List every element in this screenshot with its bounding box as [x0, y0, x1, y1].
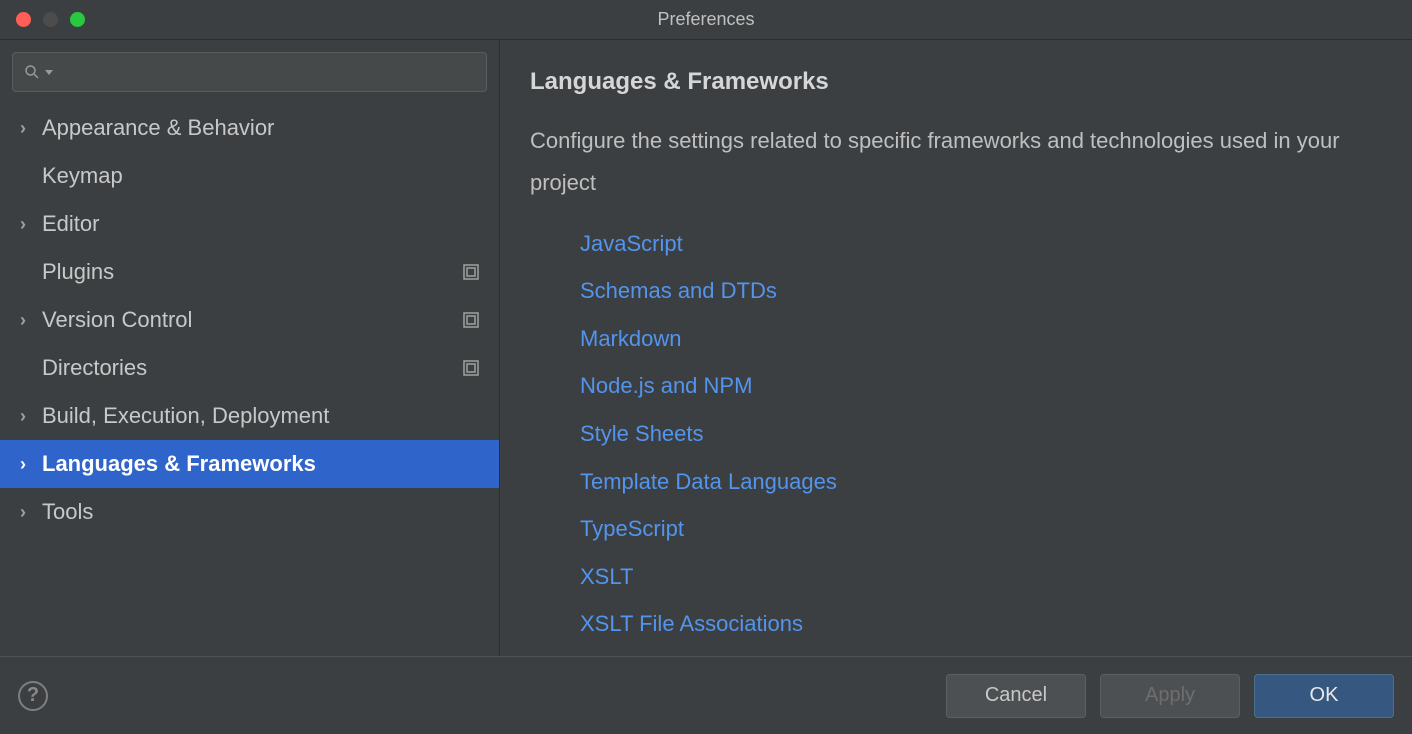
subpage-link-style-sheets[interactable]: Style Sheets — [580, 414, 1382, 454]
tree-item-keymap[interactable]: Keymap — [0, 152, 499, 200]
search-wrap — [0, 40, 499, 104]
tree-item-label: Editor — [42, 211, 479, 237]
tree-item-label: Plugins — [42, 259, 463, 285]
window-title: Preferences — [0, 9, 1412, 30]
page-description: Configure the settings related to specif… — [530, 120, 1382, 204]
subpage-links: JavaScript Schemas and DTDs Markdown Node.j… — [530, 224, 1382, 644]
tree-item-label: Version Control — [42, 307, 463, 333]
tree-item-label: Directories — [42, 355, 463, 381]
tree-item-editor[interactable]: ›Editor — [0, 200, 499, 248]
chevron-right-icon: › — [20, 406, 42, 427]
main-area: ›Appearance & BehaviorKeymap›EditorPlugi… — [0, 40, 1412, 656]
tree-item-appearance-behavior[interactable]: ›Appearance & Behavior — [0, 104, 499, 152]
tree-item-languages-frameworks[interactable]: ›Languages & Frameworks — [0, 440, 499, 488]
tree-item-label: Appearance & Behavior — [42, 115, 479, 141]
tree-item-label: Tools — [42, 499, 479, 525]
close-window-icon[interactable] — [16, 12, 31, 27]
maximize-window-icon[interactable] — [70, 12, 85, 27]
tree-item-label: Build, Execution, Deployment — [42, 403, 479, 429]
tree-item-label: Keymap — [42, 163, 479, 189]
settings-tree: ›Appearance & BehaviorKeymap›EditorPlugi… — [0, 104, 499, 656]
subpage-link-xslt-file-associations[interactable]: XSLT File Associations — [580, 604, 1382, 644]
search-field-container[interactable] — [12, 52, 487, 92]
tree-item-directories[interactable]: Directories — [0, 344, 499, 392]
tree-item-label: Languages & Frameworks — [42, 451, 479, 477]
minimize-window-icon[interactable] — [43, 12, 58, 27]
titlebar: Preferences — [0, 0, 1412, 40]
subpage-link-javascript[interactable]: JavaScript — [580, 224, 1382, 264]
dialog-footer: ? Cancel Apply OK — [0, 656, 1412, 734]
subpage-link-node-js-and-npm[interactable]: Node.js and NPM — [580, 366, 1382, 406]
subpage-link-markdown[interactable]: Markdown — [580, 319, 1382, 359]
chevron-right-icon: › — [20, 214, 42, 235]
content-pane: Languages & Frameworks Configure the set… — [500, 40, 1412, 656]
chevron-right-icon: › — [20, 502, 42, 523]
tree-item-build-execution-deployment[interactable]: ›Build, Execution, Deployment — [0, 392, 499, 440]
search-input[interactable] — [57, 63, 476, 81]
subpage-link-template-data-languages[interactable]: Template Data Languages — [580, 462, 1382, 502]
ok-button[interactable]: OK — [1254, 674, 1394, 718]
page-title: Languages & Frameworks — [530, 68, 1382, 96]
subpage-link-xslt[interactable]: XSLT — [580, 557, 1382, 597]
chevron-right-icon: › — [20, 454, 42, 475]
search-icon — [23, 63, 41, 81]
project-level-icon — [463, 312, 479, 328]
preferences-sidebar: ›Appearance & BehaviorKeymap›EditorPlugi… — [0, 40, 500, 656]
search-history-icon[interactable] — [45, 70, 53, 75]
tree-item-tools[interactable]: ›Tools — [0, 488, 499, 536]
chevron-right-icon: › — [20, 310, 42, 331]
project-level-icon — [463, 360, 479, 376]
subpage-link-schemas-and-dtds[interactable]: Schemas and DTDs — [580, 271, 1382, 311]
tree-item-version-control[interactable]: ›Version Control — [0, 296, 499, 344]
project-level-icon — [463, 264, 479, 280]
subpage-link-typescript[interactable]: TypeScript — [580, 509, 1382, 549]
tree-item-plugins[interactable]: Plugins — [0, 248, 499, 296]
help-button[interactable]: ? — [18, 681, 48, 711]
cancel-button[interactable]: Cancel — [946, 674, 1086, 718]
window-controls — [16, 12, 85, 27]
chevron-right-icon: › — [20, 118, 42, 139]
apply-button: Apply — [1100, 674, 1240, 718]
